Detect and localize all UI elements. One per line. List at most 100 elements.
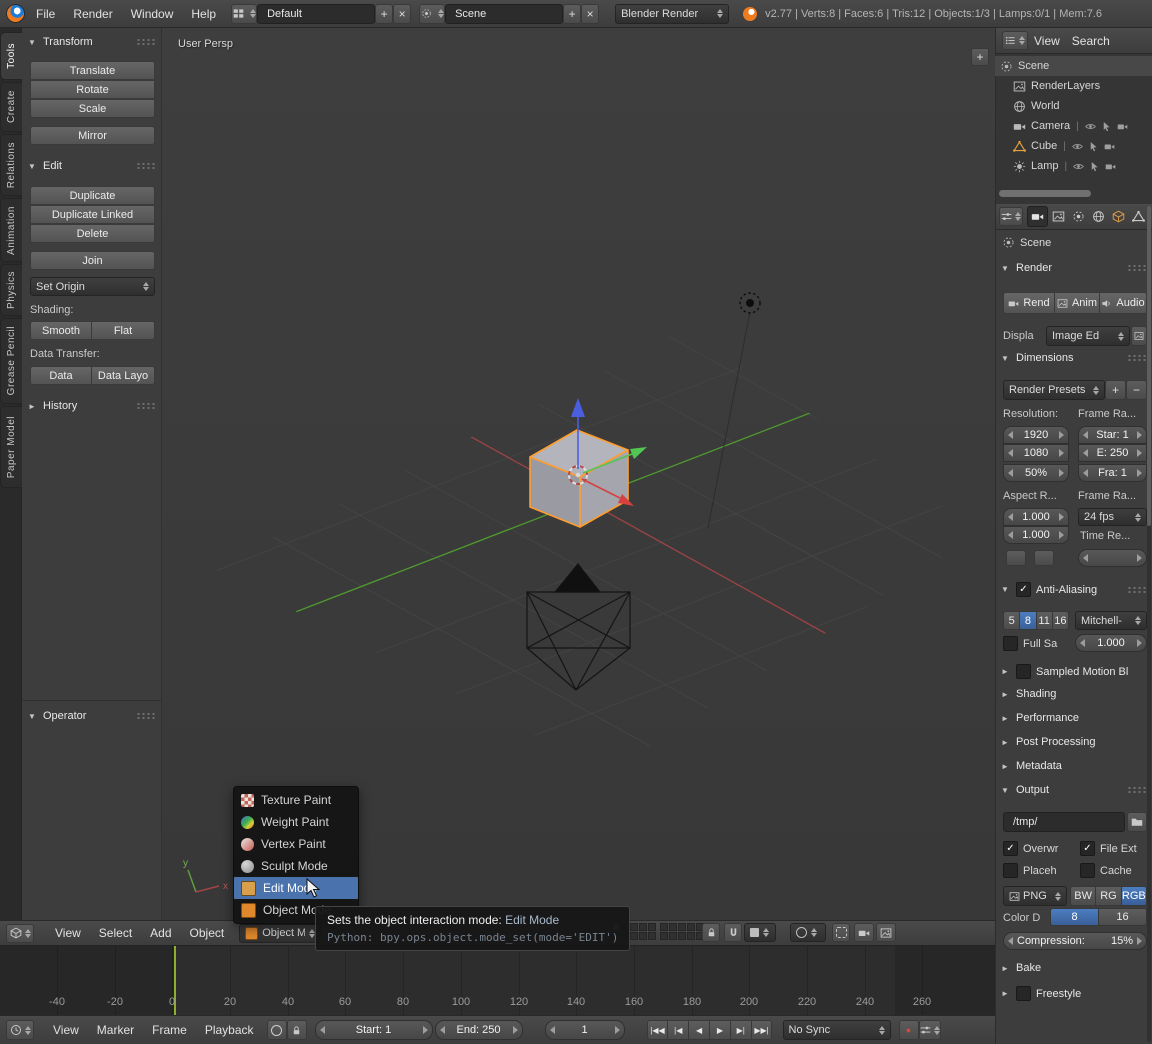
aa-filter-size-field[interactable]: 1.000	[1075, 634, 1147, 652]
anti-aliasing-checkbox[interactable]: ✓	[1016, 582, 1031, 597]
color-depth-8[interactable]: 8	[1050, 908, 1099, 926]
play-reverse-button[interactable]: ◀	[689, 1020, 710, 1040]
editor-type-3dview-button[interactable]	[6, 923, 34, 943]
next-keyframe-button[interactable]: ▶|	[730, 1020, 752, 1040]
menu-view[interactable]: View	[44, 1023, 88, 1037]
panel-header-dimensions[interactable]: ▼ Dimensions	[1001, 352, 1147, 364]
keying-set-button[interactable]	[918, 1020, 941, 1040]
panel-header-performance[interactable]: ► Performance	[1001, 712, 1147, 724]
tab-animation[interactable]: Animation	[0, 198, 22, 262]
menu-add[interactable]: Add	[141, 926, 180, 940]
editor-type-outliner-button[interactable]	[1002, 31, 1028, 50]
resolution-x-field[interactable]: 1920	[1003, 426, 1069, 444]
freestyle-checkbox[interactable]	[1016, 986, 1031, 1001]
tab-tools[interactable]: Tools	[0, 32, 22, 80]
tab-object-data-icon[interactable]	[1128, 206, 1148, 227]
menu-playback[interactable]: Playback	[196, 1023, 263, 1037]
aa-samples-5[interactable]: 5	[1003, 611, 1021, 630]
rotate-button[interactable]: Rotate	[30, 80, 155, 99]
tab-grease-pencil[interactable]: Grease Pencil	[0, 318, 22, 404]
menu-frame[interactable]: Frame	[143, 1023, 196, 1037]
screen-layout-delete-button[interactable]: ×	[393, 3, 412, 24]
visibility-eye-icon[interactable]	[1085, 121, 1096, 132]
outliner-item-camera[interactable]: Camera |	[995, 116, 1152, 136]
screen-layout-browse-button[interactable]	[231, 3, 258, 24]
panel-header-history[interactable]: ► History	[28, 400, 156, 412]
color-mode-bw[interactable]: BW	[1070, 886, 1097, 906]
render-anim-button[interactable]: Anim	[1055, 292, 1100, 314]
preset-add-button[interactable]: +	[1105, 380, 1126, 400]
selectability-cursor-icon[interactable]	[1088, 141, 1099, 152]
snap-toggle-magnet-button[interactable]	[724, 923, 742, 942]
screen-layout-name-field[interactable]: Default	[257, 3, 376, 24]
aa-filter-dropdown[interactable]: Mitchell-	[1075, 611, 1147, 630]
duplicate-button[interactable]: Duplicate	[30, 186, 155, 205]
resolution-percent-field[interactable]: 50%	[1003, 464, 1069, 482]
render-audio-button[interactable]: Audio	[1100, 292, 1147, 314]
proportional-edit-dropdown[interactable]	[790, 923, 826, 942]
data-transfer-layout-button[interactable]: Data Layo	[92, 366, 155, 385]
auto-keyframe-button[interactable]: ●	[898, 1020, 919, 1040]
color-mode-rgba[interactable]: RGB	[1121, 886, 1147, 906]
time-remap-field[interactable]	[1078, 549, 1147, 567]
border-toggle-button[interactable]	[1006, 550, 1026, 566]
scale-button[interactable]: Scale	[30, 99, 155, 118]
panel-header-post-processing[interactable]: ► Post Processing	[1001, 736, 1147, 748]
frame-end-field[interactable]: E: 250	[1078, 444, 1147, 462]
render-presets-dropdown[interactable]: Render Presets	[1003, 380, 1105, 400]
menu-window[interactable]: Window	[122, 7, 183, 21]
lamp-object[interactable]	[739, 292, 761, 314]
renderability-camera-icon[interactable]	[1105, 161, 1116, 172]
tab-render-layers-icon[interactable]	[1048, 206, 1068, 227]
menu-search[interactable]: Search	[1066, 34, 1116, 48]
editor-type-properties-button[interactable]	[999, 207, 1023, 226]
outliner-item-renderlayers[interactable]: RenderLayers	[995, 76, 1152, 96]
menu-file[interactable]: File	[27, 7, 64, 21]
overwrite-checkbox[interactable]: ✓ Overwr	[1003, 841, 1058, 856]
aspect-x-field[interactable]: 1.000	[1003, 508, 1069, 526]
visibility-eye-icon[interactable]	[1072, 141, 1083, 152]
shade-smooth-button[interactable]: Smooth	[30, 321, 92, 340]
frame-step-field[interactable]: Fra: 1	[1078, 464, 1147, 482]
render-still-button[interactable]: Rend	[1003, 292, 1055, 314]
breadcrumb-scene[interactable]: Scene	[1020, 237, 1051, 249]
opengl-render-anim-button[interactable]	[876, 923, 896, 942]
compression-slider[interactable]: Compression: 15%	[1003, 932, 1147, 950]
panel-header-shading[interactable]: ► Shading	[1001, 688, 1147, 700]
renderability-camera-icon[interactable]	[1117, 121, 1128, 132]
tab-world-icon[interactable]	[1088, 206, 1108, 227]
end-frame-field[interactable]: End: 250	[434, 1020, 523, 1040]
opengl-render-image-button[interactable]	[854, 923, 874, 942]
display-editor-icon-button[interactable]	[1131, 326, 1147, 346]
color-mode-rgb[interactable]: RG	[1096, 886, 1122, 906]
translate-button[interactable]: Translate	[30, 61, 155, 80]
tab-object-icon[interactable]	[1108, 206, 1128, 227]
panel-header-output[interactable]: ▼ Output	[1001, 784, 1147, 796]
menu-view[interactable]: View	[1028, 34, 1066, 48]
play-button[interactable]: ▶	[710, 1020, 731, 1040]
resolution-y-field[interactable]: 1080	[1003, 444, 1069, 462]
outliner-item-cube[interactable]: Cube |	[995, 136, 1152, 156]
av-sync-dropdown[interactable]: No Sync	[782, 1020, 891, 1040]
menu-render[interactable]: Render	[64, 7, 121, 21]
cube-object[interactable]	[529, 429, 629, 528]
outliner-hscrollbar[interactable]	[999, 190, 1091, 197]
shade-flat-button[interactable]: Flat	[92, 321, 155, 340]
frame-start-field[interactable]: Star: 1	[1078, 426, 1147, 444]
file-format-dropdown[interactable]: PNG	[1003, 886, 1067, 906]
color-depth-16[interactable]: 16	[1099, 908, 1147, 926]
cache-result-checkbox[interactable]: Cache	[1080, 863, 1132, 878]
renderability-camera-icon[interactable]	[1104, 141, 1115, 152]
preset-remove-button[interactable]: −	[1126, 380, 1147, 400]
menu-select[interactable]: Select	[90, 926, 141, 940]
set-origin-dropdown[interactable]: Set Origin	[30, 277, 155, 296]
menu-marker[interactable]: Marker	[88, 1023, 143, 1037]
panel-header-operator[interactable]: ▼ Operator	[28, 710, 156, 722]
scene-delete-button[interactable]: ×	[581, 3, 600, 24]
menu-item-weight-paint[interactable]: Weight Paint	[234, 811, 358, 833]
outliner-item-lamp[interactable]: Lamp |	[995, 156, 1152, 176]
motion-blur-checkbox[interactable]	[1016, 664, 1031, 679]
properties-scrollbar[interactable]	[1147, 206, 1151, 526]
region-expand-button[interactable]: +	[971, 48, 989, 66]
outliner-item-world[interactable]: World	[995, 96, 1152, 116]
